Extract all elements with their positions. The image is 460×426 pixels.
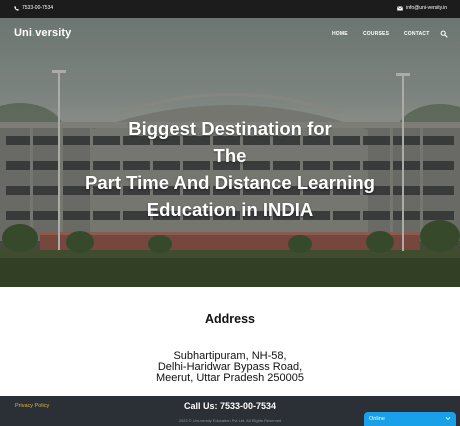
chat-status-label: Online	[369, 416, 385, 422]
hero-headline: Biggest Destination for The Part Time An…	[0, 115, 460, 223]
hero-headline-line-1: Biggest Destination for	[128, 118, 332, 139]
hero-headline-line-3: Part Time And Distance Learning	[85, 172, 375, 193]
hero-banner: Uni.versity HOME COURSES CONTACT Biggest…	[0, 18, 460, 287]
nav-item-contact[interactable]: CONTACT	[404, 31, 429, 37]
chevron-down-icon[interactable]	[445, 416, 451, 421]
hero-headline-line-2: The	[213, 145, 247, 166]
search-icon[interactable]	[440, 30, 448, 38]
logo-text-prefix: Uni	[14, 27, 33, 39]
site-logo[interactable]: Uni.versity	[14, 27, 71, 39]
nav-item-courses[interactable]: COURSES	[363, 31, 389, 37]
hero-headline-line-4: Education in INDIA	[146, 199, 314, 220]
phone-icon	[14, 5, 19, 11]
call-us-link[interactable]: Call Us: 7533-00-7534	[0, 401, 460, 411]
envelope-icon	[397, 5, 404, 10]
topbar-phone[interactable]: 7533-00-7534	[14, 5, 53, 11]
main-navigation: Uni.versity HOME COURSES CONTACT	[0, 18, 460, 52]
topbar-phone-number: 7533-00-7534	[22, 5, 54, 11]
address-title: Address	[204, 312, 256, 326]
chat-widget[interactable]: Online	[364, 412, 456, 426]
topbar-email-address: info@uni-versity.in	[406, 5, 447, 11]
nav-item-home[interactable]: HOME	[332, 31, 348, 37]
address-line-3: Meerut, Uttar Pradesh 250005	[156, 372, 304, 384]
address-section: Address Subhartipuram, NH-58, Delhi-Hari…	[0, 287, 460, 395]
top-contact-bar: 7533-00-7534 info@uni-versity.in	[0, 0, 460, 18]
topbar-email[interactable]: info@uni-versity.in	[397, 5, 447, 11]
logo-text-suffix: versity	[35, 27, 72, 39]
